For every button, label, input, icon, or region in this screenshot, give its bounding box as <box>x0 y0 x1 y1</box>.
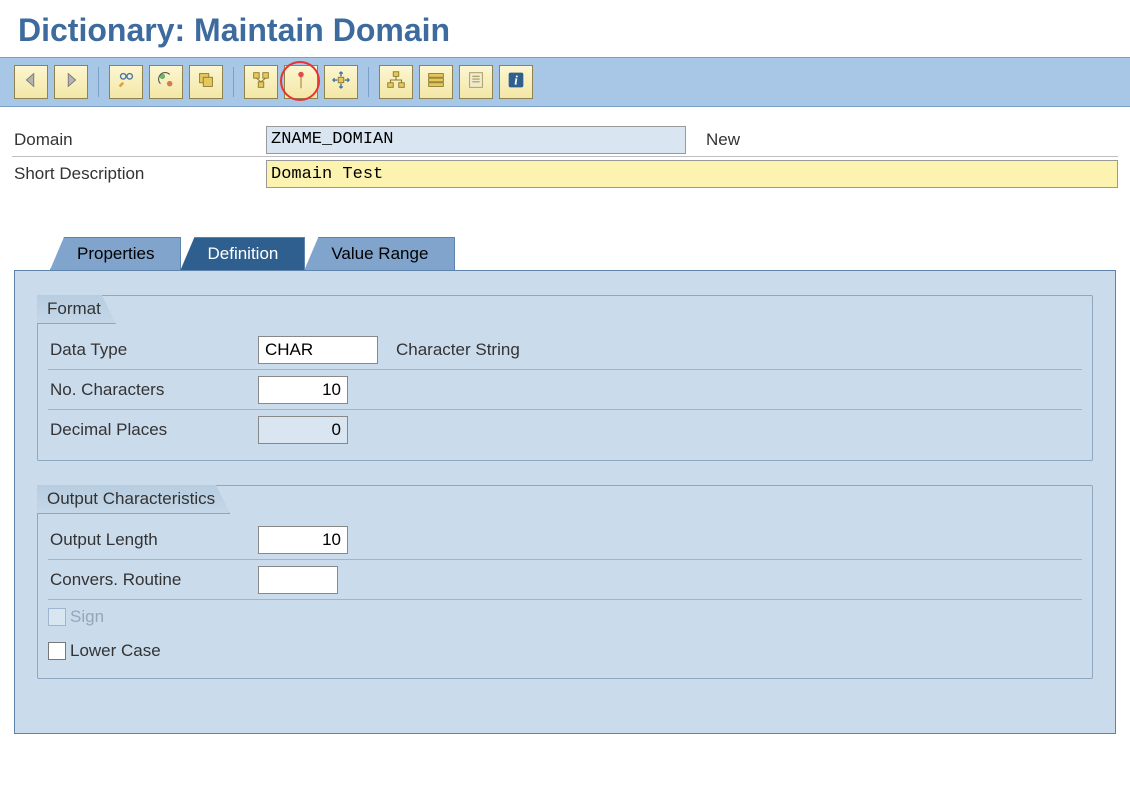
output-length-label: Output Length <box>48 530 258 550</box>
short-description-input[interactable] <box>266 160 1118 188</box>
pencil-glasses-icon <box>115 69 137 96</box>
hierarchy-button[interactable] <box>379 65 413 99</box>
display-object-list-button[interactable] <box>419 65 453 99</box>
decimal-places-row: Decimal Places <box>48 410 1082 450</box>
sign-label: Sign <box>70 607 104 627</box>
output-length-row: Output Length <box>48 520 1082 560</box>
back-button[interactable] <box>14 65 48 99</box>
convers-routine-row: Convers. Routine <box>48 560 1082 600</box>
stack-list-icon <box>425 69 447 96</box>
no-characters-row: No. Characters <box>48 370 1082 410</box>
decimal-places-input <box>258 416 348 444</box>
output-characteristics-title: Output Characteristics <box>37 485 230 514</box>
nodes-check-icon <box>250 69 272 96</box>
info-icon: i <box>505 69 527 96</box>
activate-button[interactable] <box>284 65 318 99</box>
sign-checkbox <box>48 608 66 626</box>
tab-area: Properties Definition Value Range Format… <box>14 237 1116 734</box>
header-area: Domain New Short Description <box>0 107 1130 197</box>
lower-case-label: Lower Case <box>70 641 161 661</box>
short-description-label: Short Description <box>12 164 266 184</box>
lower-case-row: Lower Case <box>48 634 1082 668</box>
format-group: Format Data Type Character String No. Ch… <box>37 295 1093 461</box>
convers-routine-input[interactable] <box>258 566 338 594</box>
no-characters-label: No. Characters <box>48 380 258 400</box>
check-button[interactable] <box>244 65 278 99</box>
lower-case-checkbox[interactable] <box>48 642 66 660</box>
format-group-title: Format <box>37 295 116 324</box>
document-lines-icon <box>465 69 487 96</box>
short-description-row: Short Description <box>12 157 1118 191</box>
output-characteristics-group: Output Characteristics Output Length Con… <box>37 485 1093 679</box>
page-title: Dictionary: Maintain Domain <box>0 0 1130 57</box>
tab-definition[interactable]: Definition <box>180 237 305 270</box>
refresh-dots-icon <box>155 69 177 96</box>
no-characters-input[interactable] <box>258 376 348 404</box>
hierarchy-icon <box>385 69 407 96</box>
copy-button[interactable] <box>189 65 223 99</box>
output-length-input[interactable] <box>258 526 348 554</box>
other-object-button[interactable] <box>149 65 183 99</box>
copy-icon <box>195 69 217 96</box>
svg-text:i: i <box>514 73 518 87</box>
data-type-row: Data Type Character String <box>48 330 1082 370</box>
documentation-button[interactable] <box>459 65 493 99</box>
tab-properties[interactable]: Properties <box>50 237 181 270</box>
where-used-button[interactable] <box>324 65 358 99</box>
application-toolbar: i <box>0 57 1130 107</box>
decimal-places-label: Decimal Places <box>48 420 258 440</box>
data-type-note: Character String <box>396 340 520 360</box>
tab-strip: Properties Definition Value Range <box>14 237 1116 270</box>
matchstick-icon <box>290 69 312 96</box>
arrow-left-icon <box>20 69 42 96</box>
arrow-right-icon <box>60 69 82 96</box>
definition-panel: Format Data Type Character String No. Ch… <box>14 270 1116 734</box>
domain-row: Domain New <box>12 123 1118 157</box>
status-text: New <box>706 130 740 150</box>
domain-input[interactable] <box>266 126 686 154</box>
arrows-cube-icon <box>330 69 352 96</box>
convers-routine-label: Convers. Routine <box>48 570 258 590</box>
info-button[interactable]: i <box>499 65 533 99</box>
tab-value-range[interactable]: Value Range <box>304 237 455 270</box>
forward-button[interactable] <box>54 65 88 99</box>
data-type-input[interactable] <box>258 336 378 364</box>
data-type-label: Data Type <box>48 340 258 360</box>
domain-label: Domain <box>12 130 266 150</box>
sign-row: Sign <box>48 600 1082 634</box>
display-change-button[interactable] <box>109 65 143 99</box>
